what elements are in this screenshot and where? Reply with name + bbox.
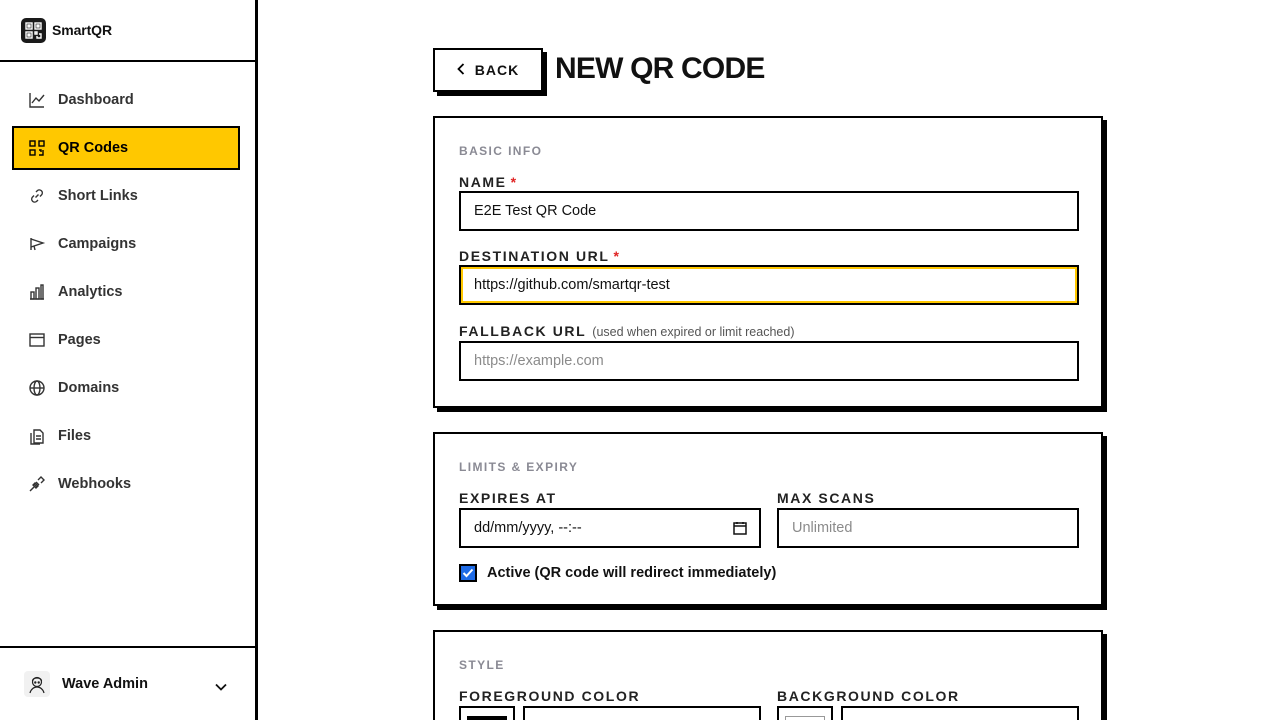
name-value: E2E Test QR Code [474, 203, 597, 219]
active-label: Active (QR code will redirect immediatel… [487, 565, 777, 581]
sidebar-item-campaigns[interactable]: Campaigns [12, 222, 240, 266]
foreground-color-preview [467, 716, 507, 720]
sidebar-item-pages[interactable]: Pages [12, 318, 240, 362]
sidebar-item-label: Domains [58, 380, 120, 396]
foreground-color-swatch[interactable] [459, 706, 515, 720]
user-menu[interactable]: Wave Admin [0, 646, 255, 720]
section-title: LIMITS & EXPIRY [459, 460, 579, 474]
sidebar-item-label: Pages [58, 332, 101, 348]
chart-line-icon [28, 91, 46, 109]
sidebar-item-label: Short Links [58, 188, 138, 204]
page-title: NEW QR CODE [555, 52, 765, 85]
basic-info-card: BASIC INFO NAME * E2E Test QR Code DESTIN… [433, 116, 1103, 408]
sidebar-item-label: Dashboard [58, 92, 134, 108]
name-label-text: NAME [459, 174, 507, 190]
sidebar-item-label: Campaigns [58, 236, 137, 252]
fallback-label-text: FALLBACK URL [459, 323, 587, 339]
sidebar-item-domains[interactable]: Domains [12, 366, 240, 410]
section-title: BASIC INFO [459, 144, 543, 158]
sidebar-item-label: Webhooks [58, 476, 132, 492]
style-card: STYLE FOREGROUND COLOR BACKGROUND COLOR [433, 630, 1103, 720]
sidebar: SmartQR Dashboard QR Codes Short Links C… [0, 0, 258, 720]
browser-icon [28, 331, 46, 349]
foreground-color-field[interactable] [523, 706, 761, 720]
required-mark: * [613, 248, 621, 264]
background-color-label: BACKGROUND COLOR [777, 688, 960, 704]
expires-at-label: EXPIRES AT [459, 490, 557, 506]
brand-name: SmartQR [52, 22, 112, 38]
check-icon [462, 568, 474, 578]
brand[interactable]: SmartQR [0, 0, 255, 62]
destination-url-label: DESTINATION URL * [459, 248, 621, 264]
max-scans-placeholder: Unlimited [792, 520, 853, 536]
fallback-hint: (used when expired or limit reached) [592, 325, 795, 339]
sidebar-item-label: QR Codes [58, 140, 129, 156]
sidebar-item-analytics[interactable]: Analytics [12, 270, 240, 314]
webhook-icon [28, 475, 46, 493]
user-name: Wave Admin [62, 676, 148, 692]
required-mark: * [510, 174, 518, 190]
calendar-icon[interactable] [733, 521, 747, 539]
sidebar-item-qr-codes[interactable]: QR Codes [12, 126, 240, 170]
max-scans-field[interactable]: Unlimited [777, 508, 1079, 548]
link-icon [28, 187, 46, 205]
background-color-swatch[interactable] [777, 706, 833, 720]
sidebar-item-dashboard[interactable]: Dashboard [12, 78, 240, 122]
globe-icon [28, 379, 46, 397]
sidebar-item-webhooks[interactable]: Webhooks [12, 462, 240, 506]
name-label: NAME * [459, 174, 518, 190]
max-scans-label: MAX SCANS [777, 490, 876, 506]
back-label: BACK [474, 62, 520, 78]
bar-chart-icon [28, 283, 46, 301]
sidebar-nav: Dashboard QR Codes Short Links Campaigns… [12, 78, 240, 510]
sidebar-item-files[interactable]: Files [12, 414, 240, 458]
sidebar-item-label: Files [58, 428, 92, 444]
back-button[interactable]: BACK [433, 48, 543, 92]
name-field[interactable]: E2E Test QR Code [459, 191, 1079, 231]
files-icon [28, 427, 46, 445]
sidebar-item-label: Analytics [58, 284, 123, 300]
foreground-color-label: FOREGROUND COLOR [459, 688, 641, 704]
limits-expiry-card: LIMITS & EXPIRY EXPIRES AT dd/mm/yyyy, -… [433, 432, 1103, 606]
destination-url-value: https://github.com/smartqr-test [474, 277, 670, 293]
chevron-down-icon[interactable] [215, 678, 227, 696]
fallback-url-placeholder: https://example.com [474, 353, 604, 369]
avatar [24, 671, 50, 697]
destination-label-text: DESTINATION URL [459, 248, 610, 264]
section-title: STYLE [459, 658, 505, 672]
expires-at-placeholder: dd/mm/yyyy, --:-- [474, 520, 582, 536]
main-content: BACK NEW QR CODE BASIC INFO NAME * E2E Te… [258, 0, 1280, 720]
destination-url-field[interactable]: https://github.com/smartqr-test [459, 265, 1079, 305]
expires-at-field[interactable]: dd/mm/yyyy, --:-- [459, 508, 761, 548]
qr-icon [28, 139, 46, 157]
smartqr-logo-icon [21, 17, 46, 43]
fallback-url-label: FALLBACK URL (used when expired or limit … [459, 323, 794, 339]
megaphone-icon [28, 235, 46, 253]
fallback-url-field[interactable]: https://example.com [459, 341, 1079, 381]
background-color-preview [785, 716, 825, 720]
active-checkbox[interactable] [459, 564, 477, 582]
chevron-left-icon [456, 62, 465, 78]
background-color-field[interactable] [841, 706, 1079, 720]
sidebar-item-short-links[interactable]: Short Links [12, 174, 240, 218]
